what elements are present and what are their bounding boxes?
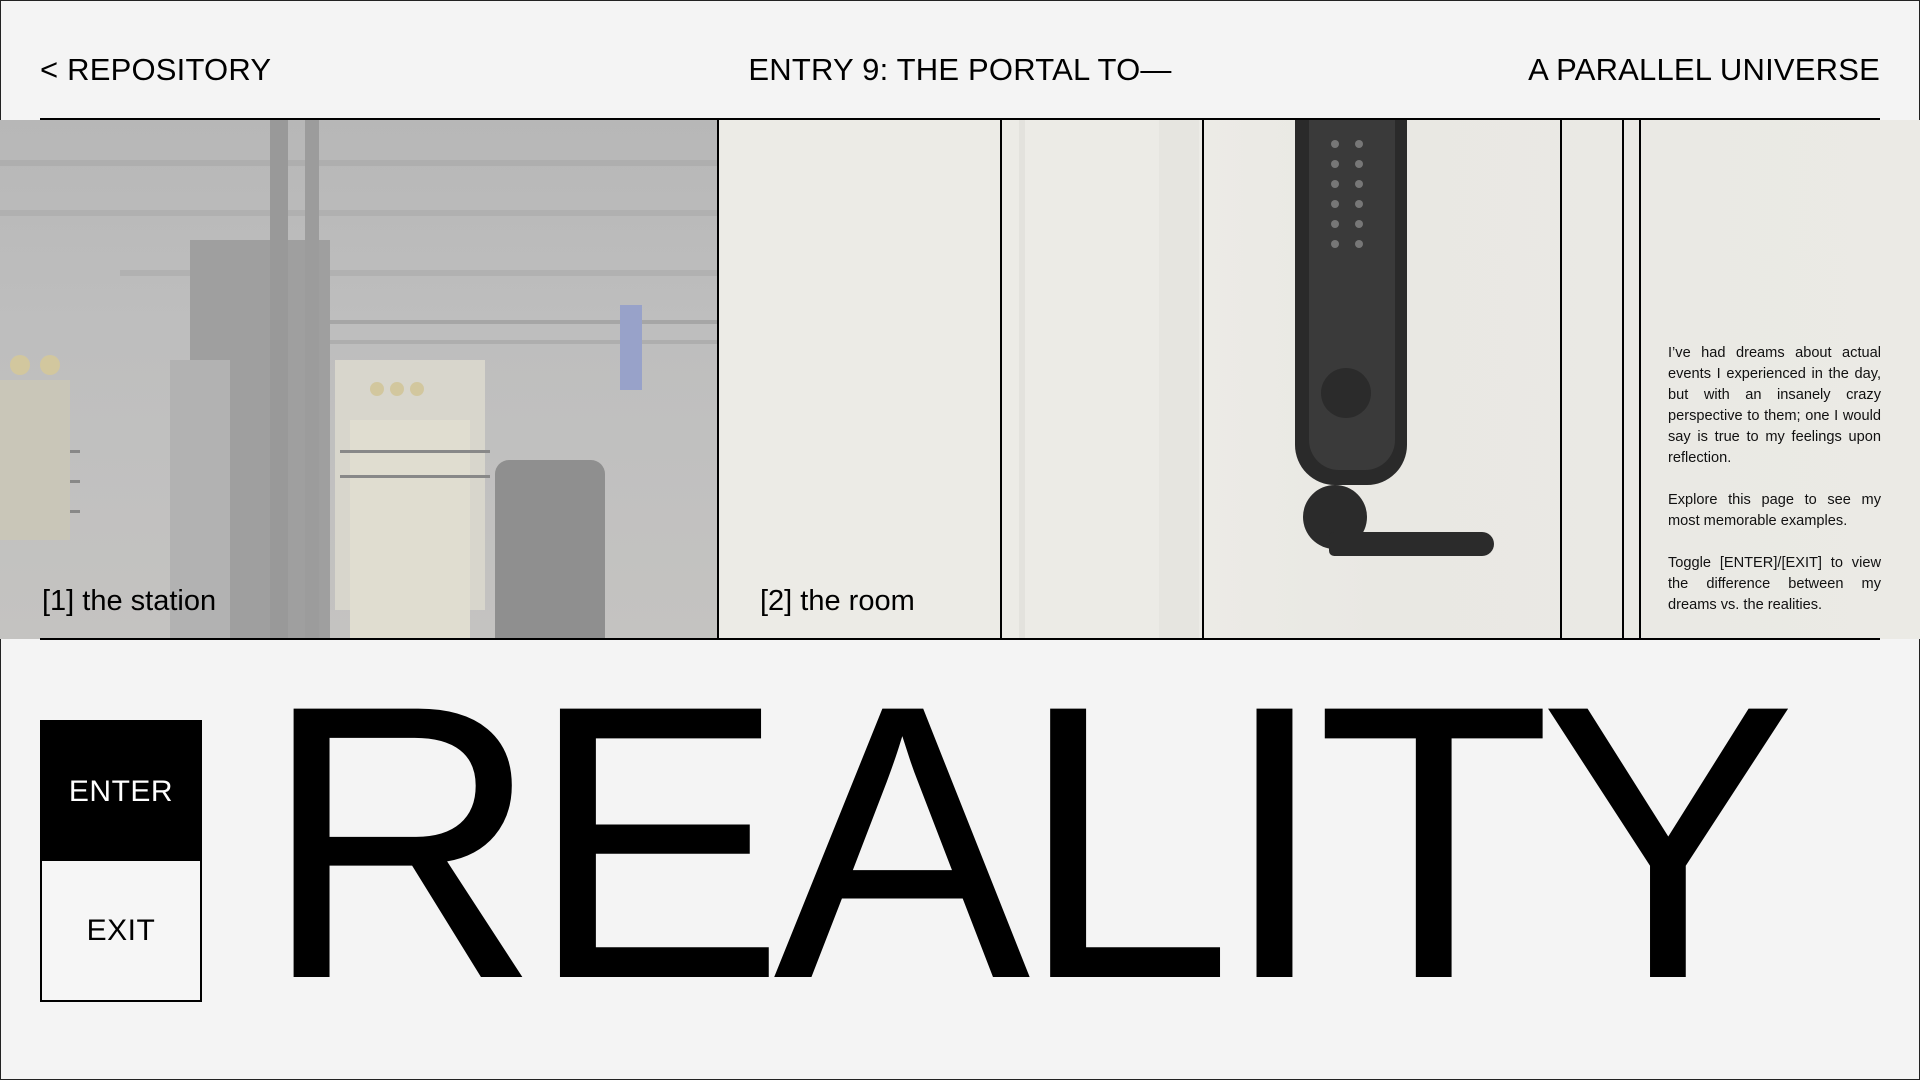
panel-divider xyxy=(1202,120,1204,639)
description-paragraph: Toggle [ENTER]/[EXIT] to view the differ… xyxy=(1668,555,1881,613)
panel-divider xyxy=(717,120,719,639)
exit-button[interactable]: EXIT xyxy=(42,861,200,1000)
reality-headline: REALITY xyxy=(262,624,1797,1060)
station-photo-panel[interactable]: [1] the station xyxy=(0,120,717,639)
room-panel-label: [2] the room xyxy=(760,585,915,617)
description-paragraph: Explore this page to see my most memorab… xyxy=(1668,492,1881,529)
description-paragraph: I’ve had dreams about actual events I ex… xyxy=(1668,345,1881,466)
station-panel-label: [1] the station xyxy=(42,585,217,617)
panel-divider xyxy=(1560,120,1562,639)
enter-button[interactable]: ENTER xyxy=(42,722,200,861)
panel-divider xyxy=(1639,120,1641,639)
panel-divider xyxy=(1622,120,1624,639)
header-divider xyxy=(40,118,1880,120)
gallery-strip: [1] the station [2] the room xyxy=(0,120,1920,639)
panel-divider xyxy=(1000,120,1002,639)
entry-subtitle: A PARALLEL UNIVERSE xyxy=(1528,52,1880,87)
enter-exit-toggle: ENTER EXIT xyxy=(40,720,202,1002)
entry-description: I’ve had dreams about actual events I ex… xyxy=(1668,343,1881,616)
